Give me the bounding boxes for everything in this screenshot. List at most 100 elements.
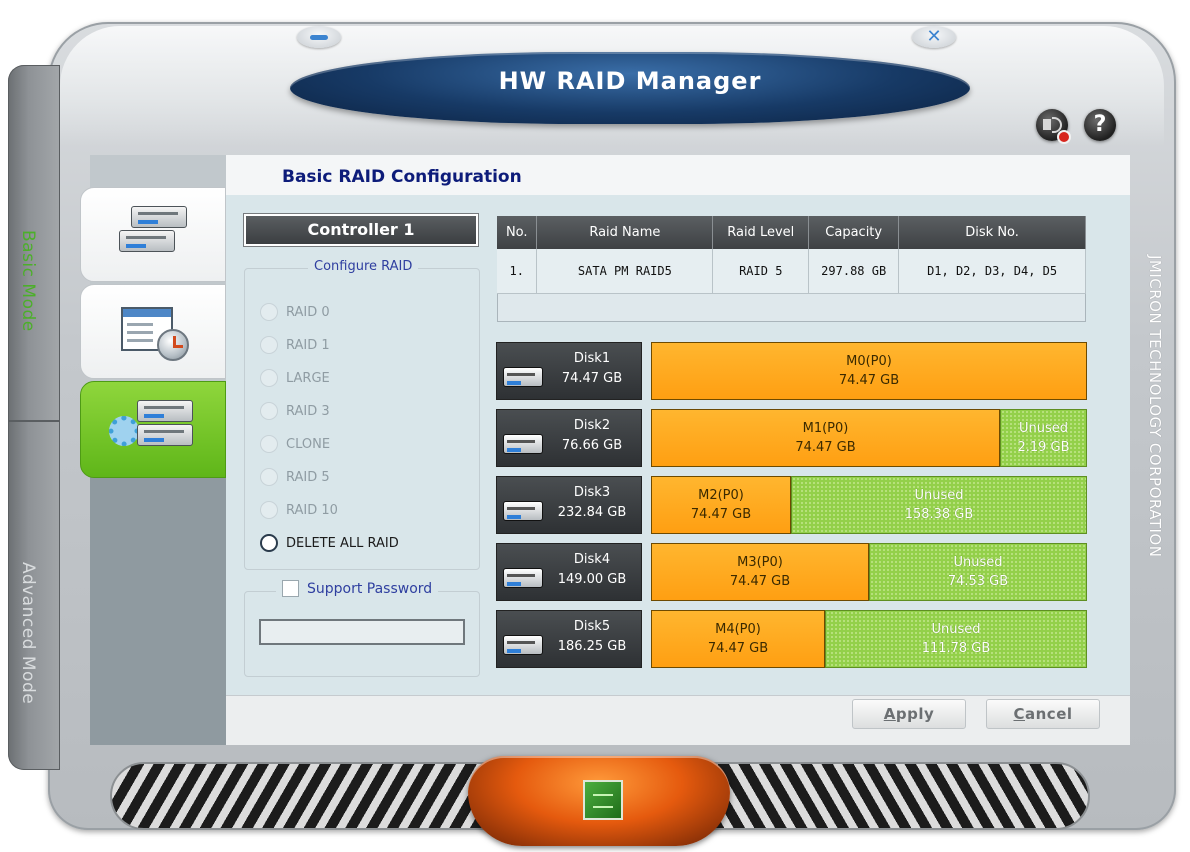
tab-raid-overview[interactable] bbox=[80, 187, 226, 282]
minimize-button[interactable] bbox=[297, 26, 341, 48]
segment-size: 74.47 GB bbox=[838, 373, 900, 388]
segment-label: Unused bbox=[1018, 421, 1069, 436]
drives-icon bbox=[119, 206, 187, 256]
cancel-button[interactable]: Cancel bbox=[986, 699, 1100, 729]
basic-mode-tab[interactable]: Basic Mode bbox=[18, 230, 38, 332]
disk-label[interactable]: Disk4 149.00 GB bbox=[496, 543, 642, 601]
disk-row: Disk4 149.00 GB M3(P0) 74.47 GB Unused 74.53 … bbox=[496, 543, 1088, 601]
raid-table-row[interactable]: 1. SATA PM RAID5 RAID 5 297.88 GB D1, D2, D3… bbox=[497, 249, 1086, 294]
disk-label[interactable]: Disk2 76.66 GB bbox=[496, 409, 642, 467]
segment-size: 74.53 GB bbox=[947, 574, 1009, 589]
disk-row: Disk2 76.66 GB M1(P0) 74.47 GB Unused 2.19 GB bbox=[496, 409, 1088, 467]
unused-space-segment[interactable]: Unused 74.53 GB bbox=[869, 543, 1087, 601]
raid-table-column-header[interactable]: Disk No. bbox=[898, 216, 1086, 249]
unused-space-segment[interactable]: Unused 2.19 GB bbox=[1000, 409, 1087, 467]
disk-name: Disk1 bbox=[573, 351, 611, 366]
segment-label: M1(P0) bbox=[802, 421, 849, 436]
drive-shape bbox=[137, 424, 193, 446]
raid-table-cell: 297.88 GB bbox=[808, 249, 900, 294]
raid-option-7[interactable]: DELETE ALL RAID bbox=[260, 532, 399, 554]
close-icon: ✕ bbox=[926, 26, 942, 47]
drive-shape bbox=[131, 206, 187, 228]
raid-table-header: No. Raid Name Raid Level Capacity Disk No. bbox=[497, 216, 1086, 249]
window-title: HW RAID Manager bbox=[498, 67, 762, 95]
disk-size: 186.25 GB bbox=[557, 639, 627, 654]
hard-drive-icon bbox=[503, 430, 543, 456]
raid-member-segment[interactable]: M1(P0) 74.47 GB bbox=[651, 409, 1000, 467]
disk-label[interactable]: Disk5 186.25 GB bbox=[496, 610, 642, 668]
raid-member-segment[interactable]: M2(P0) 74.47 GB bbox=[651, 476, 791, 534]
support-password-checkbox[interactable] bbox=[282, 580, 299, 597]
raid-table-column-header[interactable]: Raid Name bbox=[536, 216, 714, 249]
disk-label[interactable]: Disk3 232.84 GB bbox=[496, 476, 642, 534]
raid-option-label: DELETE ALL RAID bbox=[286, 535, 399, 551]
tab-column-lower bbox=[90, 475, 226, 745]
raid-member-segment[interactable]: M3(P0) 74.47 GB bbox=[651, 543, 869, 601]
segment-size: 74.47 GB bbox=[690, 507, 752, 522]
segment-size: 111.78 GB bbox=[921, 641, 991, 656]
raid-option-radio bbox=[260, 468, 278, 486]
raid-option-radio bbox=[260, 303, 278, 321]
disk-label[interactable]: Disk1 74.47 GB bbox=[496, 342, 642, 400]
raid-option-label: CLONE bbox=[286, 436, 331, 452]
tab-raid-schedule[interactable] bbox=[80, 284, 226, 379]
controller-button[interactable]: Controller 1 bbox=[243, 213, 479, 247]
segment-label: Unused bbox=[914, 488, 964, 503]
segment-size: 74.47 GB bbox=[729, 574, 791, 589]
sound-muted-icon[interactable] bbox=[1036, 109, 1071, 144]
raid-option-label: RAID 10 bbox=[286, 502, 338, 518]
raid-table-column-header[interactable]: Raid Level bbox=[712, 216, 810, 249]
speaker-shape bbox=[1043, 119, 1051, 130]
raid-table-body: 1. SATA PM RAID5 RAID 5 297.88 GB D1, D2, D3… bbox=[497, 249, 1086, 294]
raid-table-column-header[interactable]: No. bbox=[497, 216, 538, 249]
disk-size: 232.84 GB bbox=[557, 505, 627, 520]
raid-member-segment[interactable]: M0(P0) 74.47 GB bbox=[651, 342, 1087, 400]
disk-size: 76.66 GB bbox=[561, 438, 623, 453]
disk-row: Disk1 74.47 GB M0(P0) 74.47 GB bbox=[496, 342, 1088, 400]
minimize-icon bbox=[310, 35, 328, 40]
raid-option-radio bbox=[260, 501, 278, 519]
raid-option-6: RAID 10 bbox=[260, 499, 338, 521]
raid-option-radio[interactable] bbox=[260, 534, 278, 552]
disk-row: Disk5 186.25 GB M4(P0) 74.47 GB Unused 111.78… bbox=[496, 610, 1088, 668]
disk-row: Disk3 232.84 GB M2(P0) 74.47 GB Unused 158.38… bbox=[496, 476, 1088, 534]
close-button[interactable]: ✕ bbox=[912, 26, 956, 48]
help-icon[interactable]: ? bbox=[1084, 109, 1116, 141]
segment-size: 2.19 GB bbox=[1017, 440, 1070, 455]
hw-raid-manager-window: Basic Mode Advanced Mode JMICRON TECHNOL… bbox=[0, 0, 1190, 852]
raid-option-label: RAID 1 bbox=[286, 337, 330, 353]
raid-option-radio bbox=[260, 336, 278, 354]
raid-option-radio bbox=[260, 435, 278, 453]
segment-size: 74.47 GB bbox=[795, 440, 856, 455]
raid-member-segment[interactable]: M4(P0) 74.47 GB bbox=[651, 610, 825, 668]
raid-option-radio bbox=[260, 402, 278, 420]
segment-size: 74.47 GB bbox=[707, 641, 769, 656]
raid-table-cell: 1. bbox=[497, 249, 538, 294]
vendor-label: JMICRON TECHNOLOGY CORPORATION bbox=[1146, 255, 1164, 558]
raid-table-cell: RAID 5 bbox=[712, 249, 810, 294]
advanced-mode-tab[interactable]: Advanced Mode bbox=[18, 562, 38, 704]
tab-raid-configure[interactable] bbox=[80, 381, 226, 478]
clock-icon bbox=[157, 329, 189, 361]
raid-option-2: LARGE bbox=[260, 367, 330, 389]
raid-option-4: CLONE bbox=[260, 433, 330, 455]
hard-drive-icon bbox=[503, 631, 543, 657]
support-password-toggle[interactable]: Support Password bbox=[276, 580, 439, 597]
raid-table-column-header[interactable]: Capacity bbox=[808, 216, 900, 249]
unused-space-segment[interactable]: Unused 158.38 GB bbox=[791, 476, 1087, 534]
segment-label: M3(P0) bbox=[737, 555, 783, 570]
unused-space-segment[interactable]: Unused 111.78 GB bbox=[825, 610, 1087, 668]
password-field[interactable] bbox=[259, 619, 465, 645]
raid-option-1: RAID 1 bbox=[260, 334, 330, 356]
disk-name: Disk2 bbox=[573, 418, 611, 433]
raid-option-label: RAID 5 bbox=[286, 469, 330, 485]
configure-raid-legend: Configure RAID bbox=[308, 259, 419, 274]
disk-name: Disk4 bbox=[573, 552, 611, 567]
apply-button[interactable]: Apply bbox=[852, 699, 966, 729]
mode-rail: Basic Mode Advanced Mode bbox=[8, 65, 60, 770]
segment-label: M4(P0) bbox=[715, 622, 761, 637]
chip-icon[interactable] bbox=[583, 780, 623, 820]
drives-icon bbox=[129, 400, 197, 450]
segment-label: Unused bbox=[953, 555, 1003, 570]
disk-name: Disk5 bbox=[573, 619, 611, 634]
